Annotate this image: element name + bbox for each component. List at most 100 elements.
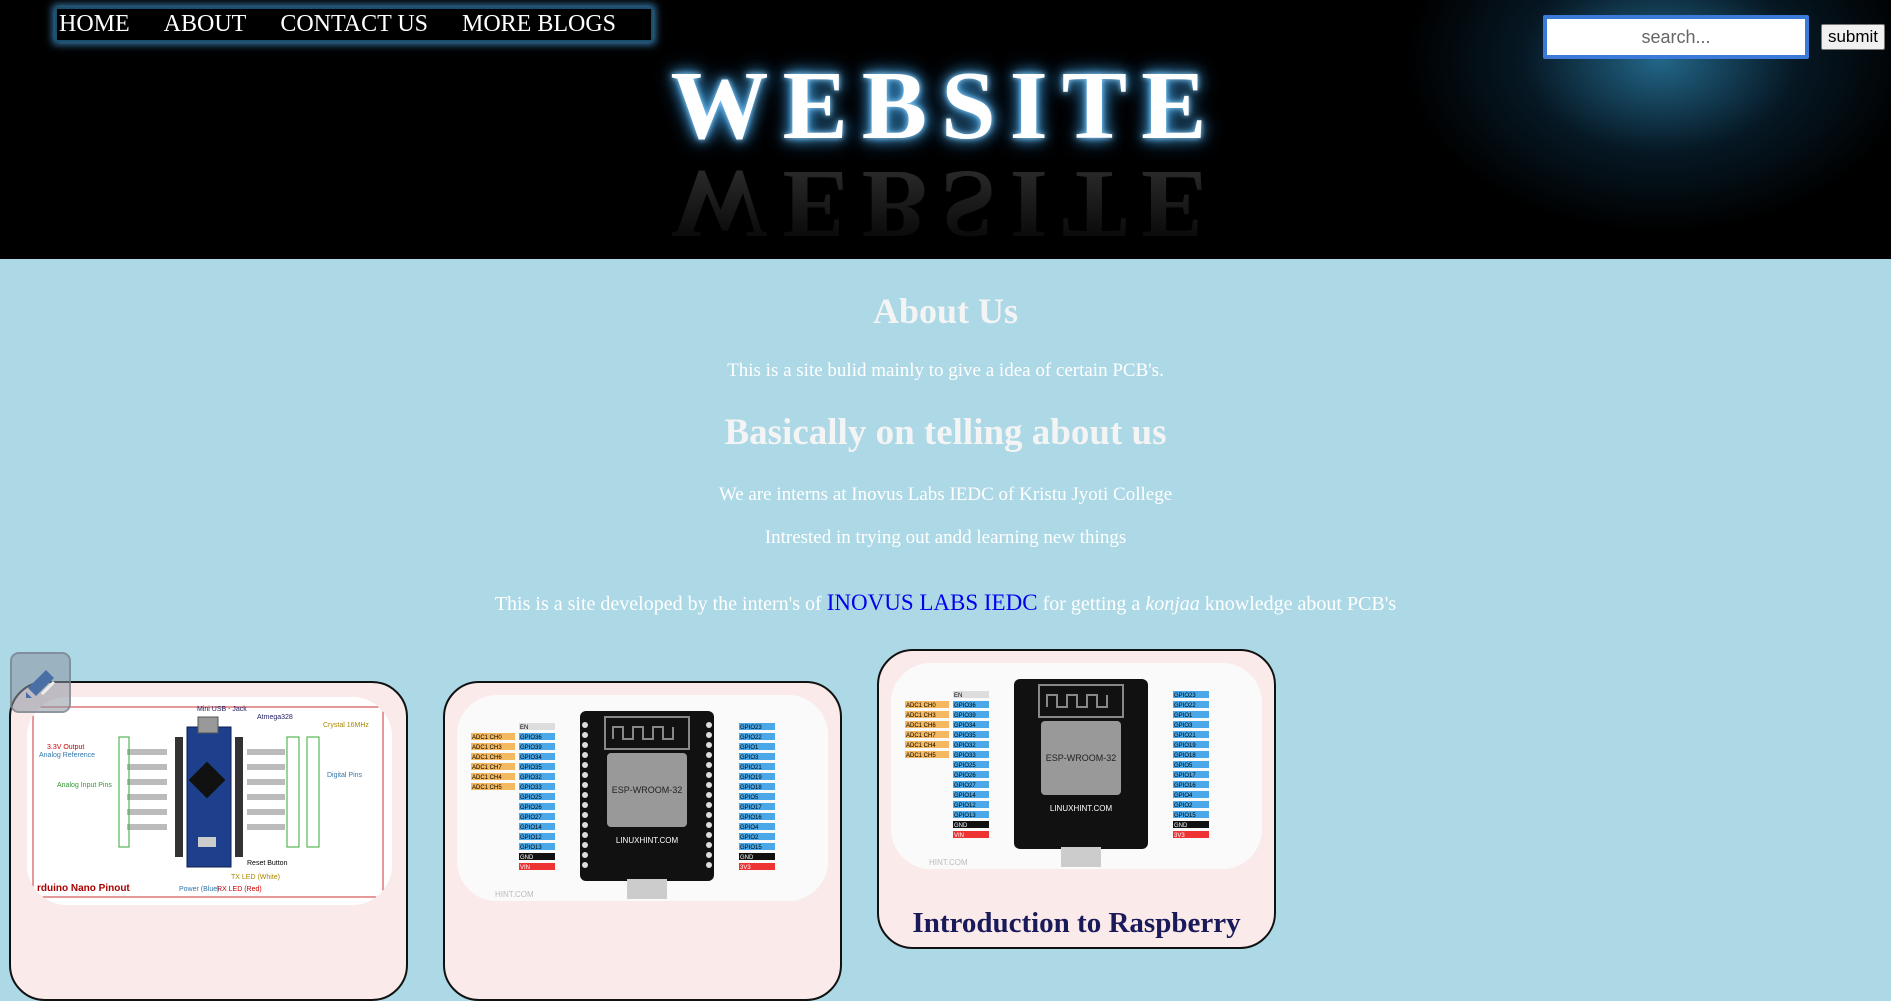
line4-emphasis: konjaa — [1145, 593, 1200, 615]
arduino-nano-pinout-image: Mini USB - Jack Atmega328 Crystal 16MHz … — [27, 697, 392, 905]
esp32-right-pin-label: GPIO3 — [1174, 723, 1193, 729]
floating-edit-button[interactable] — [10, 652, 71, 713]
esp32-adc-label: ADC1 CH3 — [472, 745, 502, 751]
esp32-right-pin-label: GPIO21 — [740, 765, 762, 771]
esp32-right-pin-label: GPIO23 — [740, 725, 762, 731]
esp32-right-pin-label: GPIO22 — [740, 735, 762, 741]
esp32-left-pin-label: GPIO35 — [520, 765, 542, 771]
power-led-label: Power (Blue) — [179, 886, 219, 893]
esp32-right-pin-label: GPIO23 — [1174, 693, 1196, 699]
esp32-left-pin-label: GPIO12 — [954, 803, 976, 809]
nav-home-link[interactable]: HOME — [59, 11, 130, 38]
esp32-chip-label: ESP-WROOM-32 — [612, 785, 683, 795]
esp32-left-pin-label: GPIO34 — [520, 755, 542, 761]
esp32-left-pin-label: GND — [520, 855, 534, 861]
nav-about-link[interactable]: ABOUT — [164, 11, 247, 38]
esp32-left-pin-labels: EN GPIO36 GPIO39 GPIO34 GPIO35 GPIO32 GPIO33 GP… — [519, 723, 555, 871]
about-line-1: This is a site bulid mainly to give a id… — [727, 360, 1164, 381]
about-line-3: Intrested in trying out andd learning ne… — [764, 527, 1127, 548]
nav-contact-link[interactable]: CONTACT US — [280, 11, 428, 38]
esp32-left-pin-label: GPIO25 — [954, 763, 976, 769]
esp32-right-pin-label: GPIO4 — [740, 825, 759, 831]
site-title: WEBSITE — [670, 52, 1221, 160]
esp32-right-pin-label: GPIO22 — [1174, 703, 1196, 709]
arduino-nano-diagram: Mini USB - Jack Atmega328 Crystal 16MHz … — [27, 697, 392, 905]
nav-more-blogs-link[interactable]: MORE BLOGS — [462, 11, 616, 38]
line4-post: knowledge about PCB's — [1199, 593, 1397, 615]
esp32-right-pin-label: GND — [1174, 823, 1188, 829]
blog-card-raspberry[interactable]: ESP-WROOM-32 LINUXHINT.COM EN GPIO36 GPIO3… — [877, 649, 1276, 949]
crystal-label: Crystal 16MHz — [323, 722, 369, 729]
esp32-left-pin-label: GPIO14 — [520, 825, 542, 831]
esp32-right-pin-label: 3V3 — [740, 865, 751, 871]
esp32-right-pin-label: GPIO16 — [1174, 783, 1196, 789]
esp32-left-pin-label: VIN — [520, 865, 530, 871]
esp32-left-pin-label: EN — [520, 725, 528, 731]
esp32-left-pin-label: GPIO39 — [954, 713, 976, 719]
esp32-left-pin-label: GPIO13 — [954, 813, 976, 819]
esp32-right-pin-label: 3V3 — [1174, 833, 1185, 839]
esp32-left-pin-label: GPIO27 — [954, 783, 976, 789]
esp32-adc-label: ADC1 CH6 — [906, 723, 936, 729]
esp32-adc-label: ADC1 CH4 — [472, 775, 502, 781]
esp32-left-pin-label: GPIO26 — [520, 805, 542, 811]
inovus-labs-link[interactable]: INOVUS LABS IEDC — [827, 590, 1038, 615]
esp32-right-pin-labels-2: GPIO23 GPIO22 GPIO1 GPIO3 GPIO21 GPIO19 GPIO18… — [1173, 691, 1209, 839]
esp32-chip-label-2: ESP-WROOM-32 — [1046, 753, 1117, 763]
digital-pins-label: Digital Pins — [327, 772, 363, 779]
arduino-nano-caption: rduino Nano Pinout — [37, 883, 130, 894]
site-header: HOME ABOUT CONTACT US MORE BLOGS WEBSITE… — [0, 0, 1891, 259]
esp32-right-pin-label: GPIO17 — [1174, 773, 1196, 779]
esp32-left-pin-label: GPIO39 — [520, 745, 542, 751]
esp32-right-pin-labels: GPIO23 GPIO22 GPIO1 GPIO3 GPIO21 GPIO19 GPIO18… — [739, 723, 775, 871]
blog-card-esp32[interactable]: ESP-WROOM-32 LINUXHINT.COM EN GPIO36 GPIO3… — [443, 681, 842, 1001]
pen-edit-icon — [26, 670, 56, 698]
esp32-left-pin-label: GPIO13 — [520, 845, 542, 851]
esp32-right-pin-label: GPIO5 — [740, 795, 759, 801]
esp32-adc-label: ADC1 CH3 — [906, 713, 936, 719]
tx-led-label: TX LED (White) — [231, 874, 280, 881]
search-input[interactable] — [1543, 15, 1809, 59]
esp32-adc-label: ADC1 CH0 — [472, 735, 502, 741]
atmega-label: Atmega328 — [257, 714, 293, 721]
esp32-right-pin-label: GPIO2 — [1174, 803, 1193, 809]
aref-label: Analog Reference — [39, 752, 95, 759]
esp32-watermark: HINT.COM — [495, 890, 534, 899]
analog-input-label: Analog Input Pins — [57, 782, 112, 789]
esp32-left-pin-label: GPIO35 — [954, 733, 976, 739]
line4-mid: for getting a — [1037, 593, 1146, 615]
esp32-diagram-2: ESP-WROOM-32 LINUXHINT.COM EN GPIO36 GPIO3… — [891, 663, 1262, 869]
esp32-left-pin-label: GPIO14 — [954, 793, 976, 799]
esp32-right-pin-label: GPIO15 — [1174, 813, 1196, 819]
esp32-adc-label: ADC1 CH6 — [472, 755, 502, 761]
esp32-right-pin-label: GPIO1 — [740, 745, 759, 751]
esp32-right-pin-label: GPIO19 — [1174, 743, 1196, 749]
esp32-left-pin-label: GPIO34 — [954, 723, 976, 729]
about-line-4: This is a site developed by the intern's… — [0, 590, 1891, 616]
esp32-right-pin-label: GPIO3 — [740, 755, 759, 761]
esp32-left-pin-label: GPIO26 — [954, 773, 976, 779]
esp32-adc-label: ADC1 CH0 — [906, 703, 936, 709]
esp32-diagram: ESP-WROOM-32 LINUXHINT.COM EN GPIO36 GPIO3… — [457, 695, 828, 901]
submit-button[interactable]: submit — [1821, 24, 1885, 50]
esp32-board-label-2: LINUXHINT.COM — [1050, 804, 1113, 813]
esp32-pinout-image-2: ESP-WROOM-32 LINUXHINT.COM EN GPIO36 GPIO3… — [891, 663, 1262, 869]
card-title-raspberry[interactable]: Introduction to Raspberry — [879, 907, 1274, 940]
esp32-left-pin-label: GPIO12 — [520, 835, 542, 841]
site-title-reflection: WEBSITE — [670, 160, 1221, 258]
esp32-left-pin-label: GPIO32 — [520, 775, 542, 781]
reset-button-label: Reset Button — [247, 860, 288, 867]
esp32-left-pin-label: EN — [954, 693, 962, 699]
esp32-right-pin-label: GPIO19 — [740, 775, 762, 781]
esp32-pinout-image: ESP-WROOM-32 LINUXHINT.COM EN GPIO36 GPIO3… — [457, 695, 828, 901]
esp32-left-pin-label: VIN — [954, 833, 964, 839]
esp32-right-pin-label: GPIO16 — [740, 815, 762, 821]
esp32-left-pin-label: GPIO36 — [520, 735, 542, 741]
esp32-right-pin-label: GPIO18 — [740, 785, 762, 791]
esp32-right-pin-label: GPIO15 — [740, 845, 762, 851]
esp32-adc-label: ADC1 CH7 — [472, 765, 502, 771]
basically-heading: Basically on telling about us — [724, 412, 1167, 453]
esp32-adc-label: ADC1 CH5 — [906, 753, 936, 759]
esp32-right-pin-label: GPIO1 — [1174, 713, 1193, 719]
blog-card-arduino-nano[interactable]: Mini USB - Jack Atmega328 Crystal 16MHz … — [9, 681, 408, 1001]
